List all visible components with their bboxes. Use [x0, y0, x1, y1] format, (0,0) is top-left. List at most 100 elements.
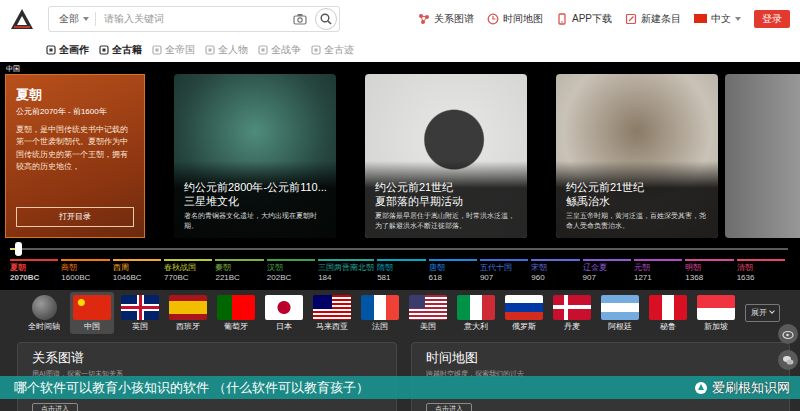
category-item[interactable]: 全画作: [46, 42, 89, 57]
era-year[interactable]: 1046BC: [113, 273, 161, 283]
graph-icon[interactable]: [418, 13, 430, 25]
era-year[interactable]: 907: [480, 273, 528, 283]
country-label[interactable]: 阿根廷: [608, 323, 632, 332]
caret-icon[interactable]: [83, 17, 89, 21]
country-item[interactable]: 西班牙: [166, 292, 210, 334]
era-item[interactable]: 春秋战国770BC: [164, 259, 215, 282]
country-label[interactable]: 丹麦: [564, 323, 580, 332]
country-label[interactable]: 日本: [276, 323, 292, 332]
search-input[interactable]: [96, 11, 293, 26]
flag-icon[interactable]: [265, 295, 303, 320]
category-icon[interactable]: [99, 45, 109, 55]
header-link-label[interactable]: 时间地图: [503, 11, 543, 26]
globe-icon[interactable]: [32, 295, 57, 320]
timeline-handle[interactable]: [15, 242, 22, 256]
country-label[interactable]: 意大利: [464, 323, 488, 332]
era-item[interactable]: 清朝1636: [737, 259, 788, 282]
country-label[interactable]: 马来西亚: [316, 323, 348, 332]
country-label[interactable]: 中国: [84, 323, 100, 332]
country-item[interactable]: 阿根廷: [598, 292, 642, 334]
flag-icon[interactable]: [649, 295, 687, 320]
era-item[interactable]: 宋朝960: [531, 259, 582, 282]
era-year[interactable]: 907: [583, 273, 631, 283]
category-item[interactable]: 全帝国: [152, 42, 195, 57]
header-link[interactable]: 时间地图: [487, 11, 543, 26]
era-name[interactable]: 商朝: [61, 263, 109, 273]
era-name[interactable]: 五代十国: [480, 263, 528, 273]
era-year[interactable]: 618: [429, 273, 477, 283]
era-name[interactable]: 辽金夏: [583, 263, 631, 273]
expand-label[interactable]: 展开: [751, 308, 767, 317]
country-label[interactable]: 俄罗斯: [512, 323, 536, 332]
era-name[interactable]: 春秋战国: [164, 263, 212, 273]
era-year[interactable]: 202BC: [267, 273, 315, 283]
era-name[interactable]: 西周: [113, 263, 161, 273]
era-year[interactable]: 1636: [737, 273, 785, 283]
header-link[interactable]: 新建条目: [625, 11, 681, 26]
logo[interactable]: [8, 5, 36, 33]
flag-icon[interactable]: [73, 295, 111, 320]
header-link-label[interactable]: 关系图谱: [434, 11, 474, 26]
era-year[interactable]: 770BC: [164, 273, 212, 283]
language-switch[interactable]: 中文: [694, 11, 741, 26]
country-item[interactable]: 日本: [262, 292, 306, 334]
category-item[interactable]: 全古迹: [311, 42, 354, 57]
category-icon[interactable]: [152, 45, 162, 55]
country-label[interactable]: 全时间轴: [28, 323, 60, 332]
country-item[interactable]: 全时间轴: [22, 292, 66, 334]
event-card-peek[interactable]: [725, 74, 800, 238]
era-name[interactable]: 隋朝: [377, 263, 425, 273]
country-item[interactable]: 法国: [358, 292, 402, 334]
era-item[interactable]: 秦朝221BC: [215, 259, 266, 282]
flag-icon[interactable]: [313, 295, 351, 320]
category-icon[interactable]: [205, 45, 215, 55]
era-item[interactable]: 商朝1600BC: [61, 259, 112, 282]
era-name[interactable]: 汉朝: [267, 263, 315, 273]
flag-icon[interactable]: [361, 295, 399, 320]
event-card[interactable]: 约公元前21世纪鲧禹治水三皇五帝时期，黄河泛滥，百姓深受其害，尧命人受命负责治水…: [556, 74, 718, 238]
era-year[interactable]: 2070BC: [10, 273, 58, 283]
country-item[interactable]: 英国: [118, 292, 162, 334]
era-year[interactable]: 221BC: [215, 273, 263, 283]
era-name[interactable]: 夏朝: [10, 263, 58, 273]
country-item[interactable]: 马来西亚: [310, 292, 354, 334]
search-icon[interactable]: [320, 13, 332, 25]
open-catalog-button[interactable]: 打开目录: [16, 207, 134, 227]
event-card[interactable]: 约公元前2800年-公元前110...三星堆文化著名的青铜器文化遗址，大约出现在…: [174, 74, 336, 238]
era-name[interactable]: 宋朝: [531, 263, 579, 273]
weibo-button[interactable]: [778, 324, 798, 344]
country-label[interactable]: 法国: [372, 323, 388, 332]
camera-icon[interactable]: [293, 13, 307, 25]
era-year[interactable]: 960: [531, 273, 579, 283]
country-item[interactable]: 新加坡: [694, 292, 738, 334]
era-year[interactable]: 581: [377, 273, 425, 283]
category-label[interactable]: 全画作: [59, 42, 89, 57]
login-button[interactable]: 登录: [754, 10, 790, 28]
flag-icon[interactable]: [169, 295, 207, 320]
timeline-track[interactable]: [10, 242, 788, 256]
country-label[interactable]: 秘鲁: [660, 323, 676, 332]
search-scope[interactable]: 全部: [49, 11, 95, 26]
category-item[interactable]: 全战争: [258, 42, 301, 57]
era-name[interactable]: 秦朝: [215, 263, 263, 273]
country-item[interactable]: 俄罗斯: [502, 292, 546, 334]
flag-icon[interactable]: [457, 295, 495, 320]
category-label[interactable]: 全人物: [218, 42, 248, 57]
search-scope-label[interactable]: 全部: [59, 13, 79, 24]
country-item[interactable]: 中国: [70, 292, 114, 334]
era-item[interactable]: 明朝1368: [685, 259, 736, 282]
country-item[interactable]: 美国: [406, 292, 450, 334]
flag-icon[interactable]: [409, 295, 447, 320]
era-name[interactable]: 唐朝: [429, 263, 477, 273]
era-name[interactable]: 三国两晋南北朝: [318, 263, 374, 273]
era-item[interactable]: 五代十国907: [480, 259, 531, 282]
country-item[interactable]: 丹麦: [550, 292, 594, 334]
category-icon[interactable]: [311, 45, 321, 55]
flag-icon[interactable]: [217, 295, 255, 320]
flag-icon[interactable]: [553, 295, 591, 320]
china-flag-icon[interactable]: [694, 14, 707, 23]
country-item[interactable]: 意大利: [454, 292, 498, 334]
era-year[interactable]: 184: [318, 273, 374, 283]
header-link-label[interactable]: APP下载: [572, 11, 612, 26]
enter-button[interactable]: 点击进入: [32, 403, 78, 411]
